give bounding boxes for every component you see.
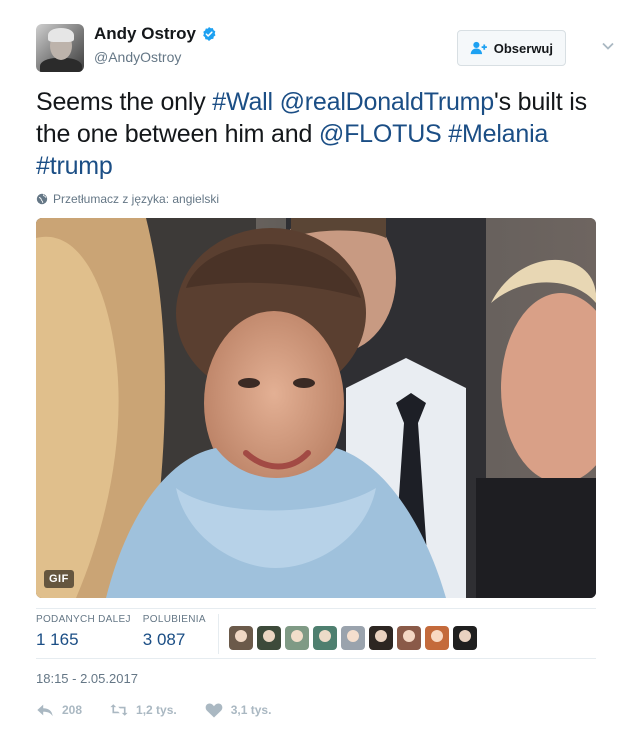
tweet-actions: 208 1,2 tys. 3,1 tys. (36, 702, 271, 718)
liker-avatar[interactable] (452, 626, 477, 650)
liker-avatar[interactable] (368, 626, 393, 650)
tweet-text-fragment: Seems the only (36, 88, 213, 116)
author-handle[interactable]: @AndyOstroy (94, 49, 181, 65)
author-display-name[interactable]: Andy Ostroy (94, 24, 196, 44)
translate-link[interactable]: Przetłumacz z języka: angielski (36, 192, 219, 206)
liker-avatar[interactable] (256, 626, 281, 650)
follow-button-label: Obserwuj (493, 40, 553, 56)
tweet-timestamp[interactable]: 18:15 - 2.05.2017 (36, 671, 138, 686)
heart-icon (205, 703, 223, 718)
retweet-button[interactable]: 1,2 tys. (110, 702, 177, 718)
liker-avatar[interactable] (228, 626, 253, 650)
globe-icon (36, 193, 48, 205)
gif-badge: GIF (44, 570, 74, 588)
tweet-stats: PODANYCH DALEJ 1 165 POLUBIENIA 3 087 (36, 614, 477, 656)
liker-avatar[interactable] (396, 626, 421, 650)
likes-stat[interactable]: POLUBIENIA 3 087 (143, 614, 206, 656)
author-name-row[interactable]: Andy Ostroy (94, 24, 217, 44)
reply-icon (37, 704, 53, 717)
follow-button[interactable]: Obserwuj (456, 30, 566, 66)
hashtag-link[interactable]: #trump (36, 152, 113, 180)
likes-label: POLUBIENIA (142, 614, 206, 625)
liker-avatar[interactable] (424, 626, 449, 650)
mention-link[interactable]: @FLOTUS (319, 120, 442, 148)
stats-top-divider (36, 608, 596, 609)
stats-separator (217, 614, 219, 654)
add-user-icon (470, 41, 487, 55)
mention-link[interactable]: @realDonaldTrump (280, 88, 495, 116)
reply-count: 208 (62, 703, 83, 717)
tweet-text: Seems the only #Wall @realDonaldTrump's … (36, 86, 596, 182)
liker-avatar[interactable] (340, 626, 365, 650)
retweet-icon (110, 704, 128, 716)
liker-avatar[interactable] (284, 626, 309, 650)
hashtag-link[interactable]: #Melania (448, 120, 548, 148)
retweet-count: 1,2 tys. (136, 703, 177, 717)
verified-badge-icon (203, 27, 216, 41)
retweets-stat[interactable]: PODANYCH DALEJ 1 165 (36, 614, 131, 656)
liker-avatar[interactable] (312, 626, 337, 650)
likers-avatars (228, 620, 477, 656)
retweets-label: PODANYCH DALEJ (36, 614, 131, 625)
chevron-down-icon[interactable] (600, 38, 616, 54)
hashtag-link[interactable]: #Wall (212, 88, 273, 116)
translate-label: Przetłumacz z języka: angielski (53, 192, 220, 206)
gif-frame (36, 218, 596, 598)
tweet-media-gif[interactable]: GIF (36, 218, 596, 598)
stats-bottom-divider (36, 658, 596, 659)
author-avatar[interactable] (36, 24, 84, 72)
tweet-header: Andy Ostroy @AndyOstroy Obserwuj (36, 20, 616, 76)
likes-value: 3 087 (142, 630, 186, 649)
like-count: 3,1 tys. (230, 703, 272, 717)
retweets-value: 1 165 (36, 630, 79, 649)
like-button[interactable]: 3,1 tys. (205, 702, 272, 718)
reply-button[interactable]: 208 (36, 702, 82, 718)
tweet-text-fragment (273, 88, 280, 116)
